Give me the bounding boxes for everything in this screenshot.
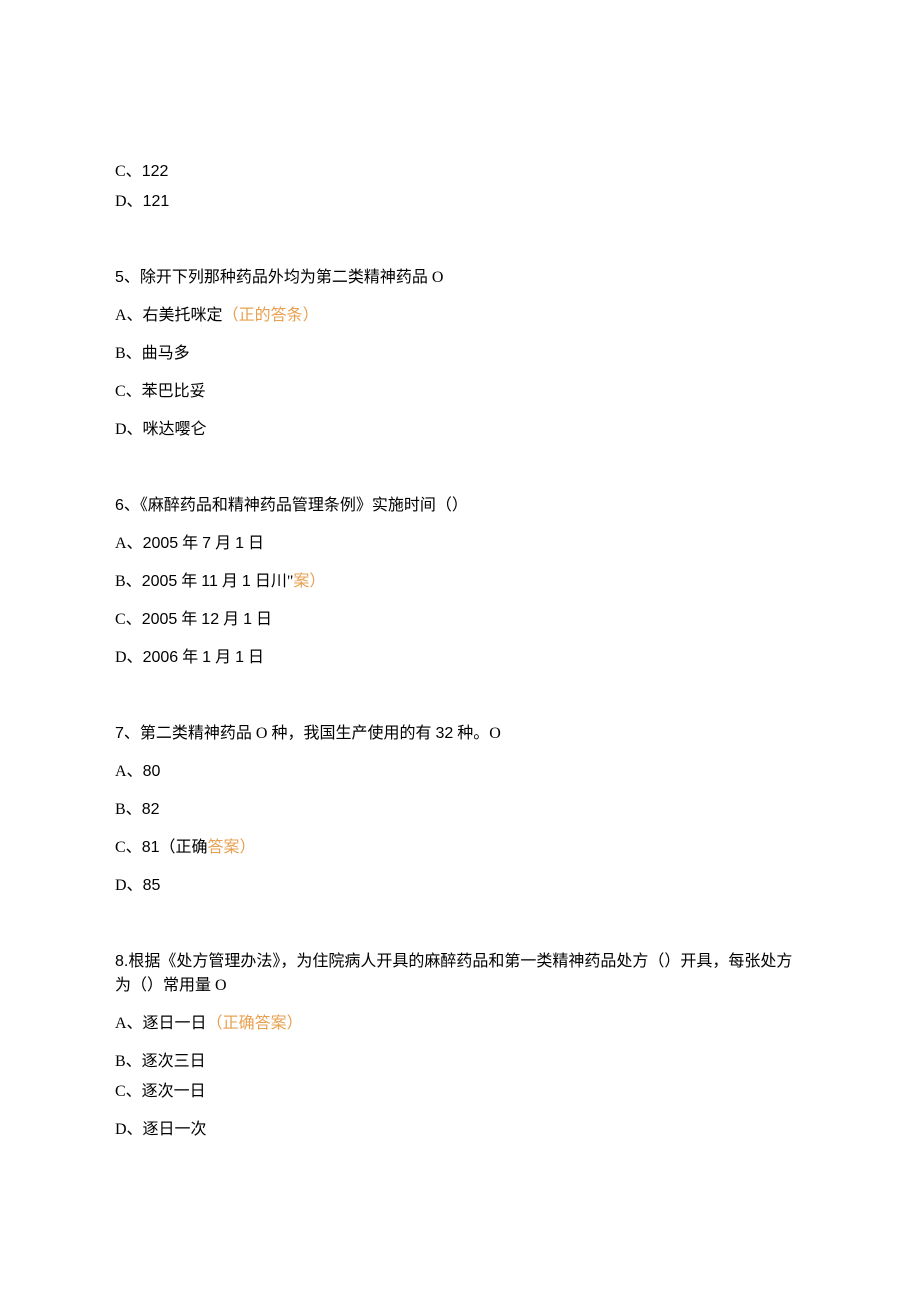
question-number: 6 [115, 497, 124, 514]
option-c: C、2005 年 12 月 1 日 [115, 608, 805, 632]
option-a: A、右美托咪定（正的答条） [115, 304, 805, 328]
option-d: D、咪达嘤仑 [115, 418, 805, 442]
question-5: 5、除开下列那种药品外均为第二类精神药品 O A、右美托咪定（正的答条） B、曲… [115, 266, 805, 442]
option-d: D、85 [115, 874, 805, 898]
option-c: C、苯巴比妥 [115, 380, 805, 404]
option-d: D、121 [115, 190, 805, 214]
option-d-label: D、逐日一次 [115, 1121, 207, 1138]
option-b: B、曲马多 [115, 342, 805, 366]
question-8: 8.根据《处方管理办法》，为住院病人开具的麻醉药品和第一类精神药品处方（）开具，… [115, 950, 805, 1142]
option-c: C、122 [115, 160, 805, 184]
option-c-label: C、 [115, 611, 142, 628]
option-a: A、2005 年 7 月 1 日 [115, 532, 805, 556]
option-d-label: D、 [115, 649, 143, 666]
question-body: 根据《处方管理办法》，为住院病人开具的麻醉药品和第一类精神药品处方（）开具，每张… [115, 953, 792, 994]
option-a: A、80 [115, 760, 805, 784]
option-d-label: D、 [115, 193, 143, 210]
option-c-value: 122 [142, 163, 169, 180]
option-a-label: A、逐日一日 [115, 1015, 207, 1032]
option-b-label: B、逐次三日 [115, 1053, 206, 1070]
correct-answer-hint: （正的答条） [223, 307, 319, 324]
option-d-value: 121 [143, 193, 170, 210]
question-text: 8.根据《处方管理办法》，为住院病人开具的麻醉药品和第一类精神药品处方（）开具，… [115, 950, 805, 998]
question-body: 、《麻醉药品和精神药品管理条例》实施时间（） [124, 497, 468, 514]
question-4-tail: C、122 D、121 [115, 160, 805, 214]
option-d-label: D、 [115, 877, 143, 894]
question-number: 8. [115, 953, 128, 970]
option-a-label: A、 [115, 763, 143, 780]
question-number: 7 [115, 725, 124, 742]
option-a: A、逐日一日（正确答案） [115, 1012, 805, 1036]
option-d-label: D、咪达嘤仑 [115, 421, 207, 438]
option-b-label: B、曲马多 [115, 345, 190, 362]
question-text: 7、第二类精神药品 O 种，我国生产使用的有 32 种。O [115, 722, 805, 746]
option-a-label: A、右美托咪定 [115, 307, 223, 324]
correct-answer-hint: 答案） [208, 839, 256, 856]
option-c-label: C、逐次一日 [115, 1083, 206, 1100]
option-c-label: C、苯巴比妥 [115, 383, 206, 400]
option-c-label: C、 [115, 839, 142, 856]
option-b-label: B、 [115, 801, 142, 818]
option-d: D、逐日一次 [115, 1118, 805, 1142]
option-b: B、82 [115, 798, 805, 822]
correct-answer-hint: （正确答案） [207, 1015, 303, 1032]
option-b: B、逐次三日 [115, 1050, 805, 1074]
option-c-label: C、 [115, 163, 142, 180]
question-text: 5、除开下列那种药品外均为第二类精神药品 O [115, 266, 805, 290]
option-b: B、2005 年 11 月 1 日川"案） [115, 570, 805, 594]
option-d: D、2006 年 1 月 1 日 [115, 646, 805, 670]
question-7: 7、第二类精神药品 O 种，我国生产使用的有 32 种。O A、80 B、82 … [115, 722, 805, 898]
option-c: C、81（正确答案） [115, 836, 805, 860]
option-a-label: A、 [115, 535, 143, 552]
option-b-label: B、 [115, 573, 142, 590]
question-6: 6、《麻醉药品和精神药品管理条例》实施时间（） A、2005 年 7 月 1 日… [115, 494, 805, 670]
question-text: 6、《麻醉药品和精神药品管理条例》实施时间（） [115, 494, 805, 518]
question-number: 5 [115, 269, 124, 286]
option-c: C、逐次一日 [115, 1080, 805, 1104]
correct-answer-hint: 案） [293, 573, 325, 590]
question-body: 、除开下列那种药品外均为第二类精神药品 O [124, 269, 444, 286]
